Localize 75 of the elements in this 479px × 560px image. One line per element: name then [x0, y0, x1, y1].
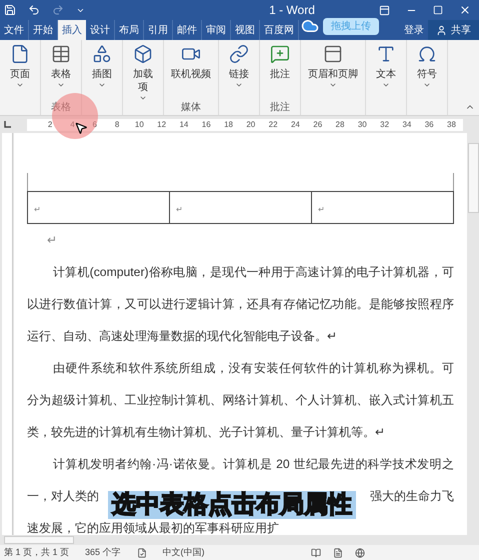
- ruler-number: 28: [334, 118, 346, 130]
- table-cell[interactable]: ↵: [170, 192, 312, 223]
- ribbon-button[interactable]: 链接: [222, 40, 256, 102]
- ribbon-button[interactable]: 表格: [44, 40, 78, 102]
- ruler-number: 32: [379, 118, 390, 130]
- shapes-icon: [92, 44, 112, 64]
- ruler-number: 14: [178, 118, 190, 130]
- ruler-number: 2: [46, 118, 54, 130]
- ruler-number: 12: [156, 118, 168, 130]
- save-icon[interactable]: [4, 4, 16, 16]
- paragraph-text: 运行、自动、高速处理海量数据的现代化智能电子设备。↵: [27, 328, 337, 345]
- group-label: 媒体: [181, 102, 201, 114]
- group-label: 批注: [270, 102, 290, 114]
- ruler-number: 16: [200, 118, 212, 130]
- ribbon-button[interactable]: 批注: [263, 40, 297, 102]
- paragraph-text: 分为超级计算机、工业控制计算机、网络计算机、个人计算机、嵌入式计算机五: [27, 392, 454, 409]
- paragraph-text: 速发展，它的应用领域从最初的军事科研应用扩: [27, 520, 279, 535]
- ruler-number: 18: [223, 118, 234, 130]
- read-mode-icon[interactable]: [310, 548, 321, 558]
- paragraph-text: 强大的生命力飞: [370, 488, 454, 505]
- ruler-number: 8: [114, 118, 120, 130]
- print-layout-icon[interactable]: [332, 548, 343, 558]
- sign-in-link[interactable]: 登录: [400, 20, 428, 40]
- paragraph-text: 一，对人类的: [27, 488, 99, 505]
- ribbon-button[interactable]: 插图: [85, 40, 119, 102]
- ribbon-button[interactable]: 文本: [369, 40, 403, 102]
- ribbon-button[interactable]: 页眉和页脚: [304, 40, 362, 102]
- paragraph-text: 由硬件系统和软件系统所组成，没有安装任何软件的计算机称为裸机。可: [53, 360, 454, 377]
- table-cell[interactable]: ↵: [28, 192, 170, 223]
- paragraph-text: 类，较先进的计算机有生物计算机、光子计算机、量子计算机等。↵: [27, 424, 385, 441]
- share-button[interactable]: 共享: [428, 20, 479, 40]
- page-count[interactable]: 第 1 页，共 1 页: [4, 546, 70, 560]
- window-title: 1 - Word: [268, 2, 316, 19]
- tab-selector-icon[interactable]: [4, 121, 11, 128]
- page-icon: [10, 44, 30, 64]
- paragraph-text: 计算机发明者约翰·冯·诺依曼。计算机是 20 世纪最先进的科学技术发明之: [53, 456, 454, 473]
- language-indicator[interactable]: 中文(中国): [162, 546, 205, 560]
- undo-icon[interactable]: [28, 4, 40, 16]
- ribbon-options-icon[interactable]: [379, 4, 390, 16]
- ribbon-button[interactable]: 符号: [410, 40, 444, 102]
- ribbon-button[interactable]: 页面: [3, 40, 37, 102]
- ruler-number: 10: [134, 118, 145, 130]
- ruler-number: 26: [312, 118, 324, 130]
- ruler-number: 24: [290, 118, 301, 130]
- web-layout-icon[interactable]: [354, 548, 365, 558]
- person-icon: [436, 24, 447, 36]
- header-icon: [323, 44, 343, 64]
- ruler-number: 4: [69, 118, 76, 130]
- paragraph-text: ↵: [47, 232, 57, 249]
- ruler-number: 6: [92, 118, 98, 130]
- ribbon-tab[interactable]: 插入: [58, 20, 86, 40]
- click-highlight: [52, 93, 98, 139]
- text-icon: [376, 44, 396, 64]
- ruler-number: 22: [268, 118, 279, 130]
- box-icon: [133, 44, 153, 64]
- link-icon: [229, 44, 249, 64]
- ruler-number: 34: [401, 118, 412, 130]
- close-icon[interactable]: [459, 4, 471, 16]
- omega-icon: [417, 44, 437, 64]
- ribbon-button[interactable]: 联机视频: [167, 40, 215, 102]
- word-count[interactable]: 365 个字: [85, 546, 121, 560]
- ruler-number: 20: [245, 118, 256, 130]
- paragraph-text: 以进行数值计算，又可以进行逻辑计算，还具有存储记忆功能。是能够按照程序: [27, 296, 454, 313]
- subtitle-caption: 选中表格点击布局属性: [108, 491, 356, 519]
- ruler-number: 38: [446, 118, 457, 130]
- paragraph-text: 计算机(computer)俗称电脑，是现代一种用于高速计算的电子计算机器，可: [53, 264, 454, 281]
- comment-icon: [270, 44, 290, 64]
- ruler-number: 36: [424, 118, 435, 130]
- table-cell[interactable]: ↵: [312, 192, 453, 223]
- cloud-icon: [301, 17, 319, 35]
- proofing-icon[interactable]: [136, 548, 147, 558]
- table-icon: [51, 44, 71, 64]
- ribbon-button[interactable]: 加载项: [126, 40, 160, 102]
- maximize-icon[interactable]: [433, 5, 443, 15]
- ruler-number: 30: [356, 118, 368, 130]
